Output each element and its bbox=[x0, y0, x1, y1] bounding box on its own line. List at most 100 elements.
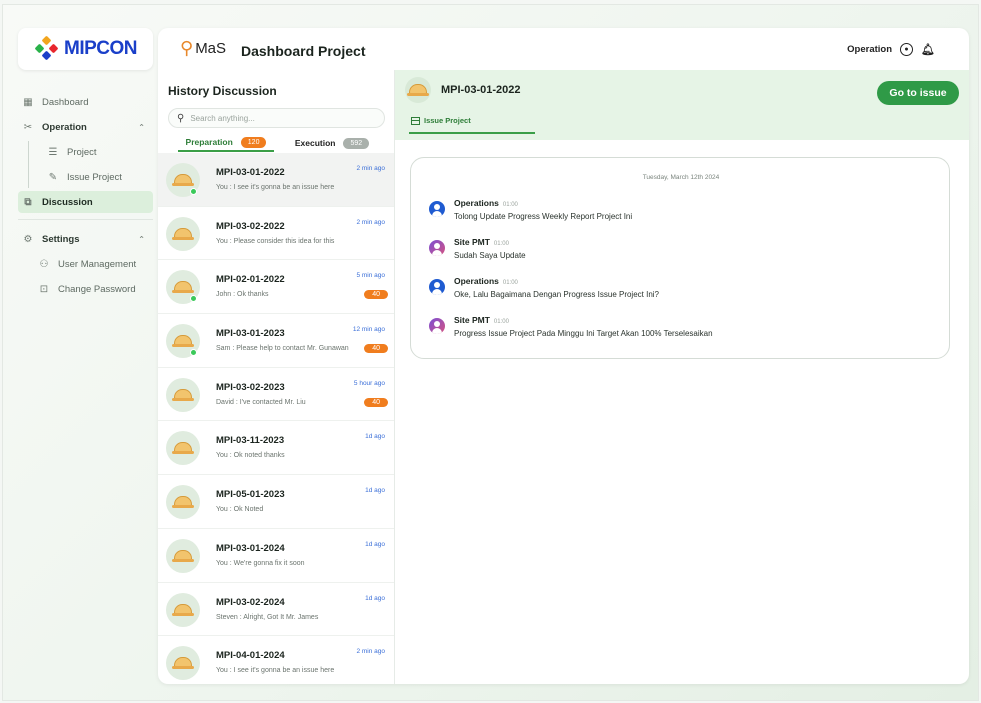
online-status-dot bbox=[190, 188, 197, 195]
sidebar-item-dashboard[interactable]: ▦ Dashboard bbox=[18, 91, 153, 113]
helmet-icon bbox=[407, 84, 429, 96]
helmet-icon bbox=[172, 496, 194, 509]
logo[interactable]: MIPCON bbox=[18, 28, 153, 70]
avatar[interactable] bbox=[429, 240, 445, 256]
helmet-icon bbox=[172, 603, 194, 616]
chevron-up-icon[interactable]: ⌃ bbox=[138, 123, 145, 132]
helmet-icon bbox=[172, 174, 194, 186]
item-preview: You : I see it's gonna be an issue here bbox=[216, 667, 335, 675]
sender-name: Site PMT 01:00 bbox=[454, 237, 509, 247]
item-preview: You : Ok noted thanks bbox=[216, 452, 285, 460]
item-title: MPI-03-01-2024 bbox=[216, 542, 285, 554]
item-preview: David : I've contacted Mr. Liu bbox=[216, 398, 306, 406]
date-separator: Tuesday, March 12th 2024 bbox=[642, 174, 720, 181]
tools-icon: ✂ bbox=[23, 121, 33, 133]
helmet-icon bbox=[172, 335, 194, 348]
tab-execution[interactable]: Execution 592 bbox=[286, 136, 378, 152]
sender-label: Operations bbox=[454, 198, 499, 208]
list-item[interactable]: MPI-03-02-2024 Steven : Alright, Got It M… bbox=[158, 583, 394, 637]
chat-header: MPI-03-01-2022 Go to issue Issue Project bbox=[395, 70, 969, 140]
gear-icon: ⚙ bbox=[23, 233, 33, 245]
list-item[interactable]: MPI-03-02-2022 You : Please consider this… bbox=[158, 207, 394, 261]
history-panel: History Discussion ⚲ Preparation 120 Exe… bbox=[158, 70, 395, 684]
sender-label: Site PMT bbox=[454, 237, 490, 247]
sender-name: Site PMT 01:00 bbox=[454, 315, 509, 325]
list-item[interactable]: MPI-03-02-2023 David : I've contacted Mr.… bbox=[158, 368, 394, 422]
app-mark-text: MaS bbox=[195, 40, 227, 57]
search-box[interactable]: ⚲ bbox=[168, 108, 385, 128]
avatar[interactable] bbox=[429, 201, 445, 217]
helmet-icon bbox=[172, 388, 194, 401]
item-title: MPI-04-01-2024 bbox=[216, 650, 285, 662]
chevron-up-icon[interactable]: ⌃ bbox=[138, 235, 145, 244]
sidebar-item-label: Settings bbox=[42, 233, 80, 245]
tab-label: Issue Project bbox=[424, 116, 471, 125]
sidebar-item-change-password[interactable]: ⊡ Change Password bbox=[34, 278, 153, 300]
item-preview: You : I see it's gonna be an issue here bbox=[216, 184, 335, 191]
sidebar-item-project[interactable]: ☰ Project bbox=[43, 141, 153, 163]
item-time: 1d ago bbox=[365, 433, 385, 441]
avatar bbox=[166, 485, 200, 520]
online-status-dot bbox=[190, 349, 197, 357]
sidebar-item-label: Dashboard bbox=[42, 96, 89, 108]
discussion-list: MPI-03-01-2022 You : I see it's gonna be … bbox=[158, 153, 394, 684]
item-preview: You : We're gonna fix it soon bbox=[216, 559, 305, 567]
avatar bbox=[166, 592, 200, 627]
item-preview: You : Please consider this idea for this bbox=[216, 237, 335, 245]
list-item[interactable]: MPI-03-01-2023 Sam : Please help to conta… bbox=[158, 314, 394, 368]
item-time: 5 hour ago bbox=[353, 379, 385, 387]
avatar[interactable] bbox=[429, 279, 445, 295]
search-input[interactable] bbox=[190, 113, 371, 123]
avatar bbox=[166, 216, 200, 251]
message-text: Sudah Saya Update bbox=[454, 251, 526, 260]
sidebar-item-user-management[interactable]: ⚇ User Management bbox=[34, 253, 153, 275]
sidebar-item-settings[interactable]: ⚙ Settings ⌃ bbox=[18, 228, 153, 250]
sidebar-item-discussion[interactable]: ⧉ Discussion bbox=[18, 191, 153, 213]
count-badge: 592 bbox=[343, 137, 370, 149]
item-time: 1d ago bbox=[365, 594, 385, 602]
sidebar-item-issue-project[interactable]: ✎ Issue Project bbox=[43, 166, 153, 188]
mas-logo-icon: ⚲ bbox=[180, 38, 194, 58]
sidebar-item-operation[interactable]: ✂ Operation ⌃ bbox=[18, 116, 153, 138]
user-label[interactable]: Operation bbox=[847, 44, 892, 55]
unread-badge: 40 bbox=[364, 290, 388, 300]
item-title: MPI-03-01-2022 bbox=[216, 167, 285, 178]
helmet-icon bbox=[172, 657, 194, 670]
sidebar-item-label: Issue Project bbox=[67, 171, 122, 183]
item-title: MPI-03-01-2023 bbox=[216, 328, 285, 340]
avatar[interactable] bbox=[429, 318, 445, 334]
sender-name: Operations 01:00 bbox=[454, 276, 518, 286]
message-text: Oke, Lalu Bagaimana Dengan Progress Issu… bbox=[454, 290, 660, 299]
user-icon[interactable]: ● bbox=[900, 43, 914, 56]
sidebar-divider bbox=[18, 219, 153, 220]
helmet-icon bbox=[172, 549, 194, 562]
sidebar-item-label: Project bbox=[67, 146, 97, 158]
item-preview: Sam : Please help to contact Mr. Gunawan bbox=[216, 345, 349, 353]
avatar bbox=[166, 377, 200, 412]
list-item[interactable]: MPI-03-11-2023 You : Ok noted thanks 1d ag… bbox=[158, 421, 394, 476]
lock-icon: ⊡ bbox=[39, 283, 49, 295]
go-to-issue-button[interactable]: Go to issue bbox=[877, 81, 959, 105]
helmet-icon bbox=[172, 227, 194, 240]
list-item[interactable]: MPI-02-01-2022 John : Ok thanks 5 min ago 4… bbox=[158, 260, 394, 315]
top-bar: ⚲ MaS Dashboard Project Operation ● 🔔︎ bbox=[158, 28, 969, 70]
helmet-icon bbox=[172, 281, 194, 294]
online-status-dot bbox=[190, 295, 197, 303]
sender-name: Operations 01:00 bbox=[454, 198, 518, 208]
list-item[interactable]: MPI-04-01-2024 You : I see it's gonna be … bbox=[158, 636, 394, 684]
bell-icon[interactable]: 🔔︎ bbox=[921, 43, 935, 56]
sidebar-item-label: User Management bbox=[58, 258, 137, 270]
item-preview: John : Ok thanks bbox=[216, 291, 269, 299]
list-item[interactable]: MPI-05-01-2023 You : Ok Noted 1d ago bbox=[158, 475, 394, 529]
list-item[interactable]: MPI-03-01-2022 You : I see it's gonna be … bbox=[158, 153, 394, 207]
user-area: Operation ● 🔔︎ bbox=[847, 43, 935, 56]
table-icon bbox=[411, 116, 420, 125]
tab-preparation[interactable]: Preparation 120 bbox=[178, 136, 274, 152]
message-text: Progress Issue Project Pada Minggu Ini T… bbox=[454, 329, 713, 338]
list-item[interactable]: MPI-03-01-2024 You : We're gonna fix it s… bbox=[158, 529, 394, 583]
item-time: 12 min ago bbox=[352, 326, 385, 334]
tab-issue-project[interactable]: Issue Project bbox=[411, 116, 471, 125]
item-title: MPI-03-02-2023 bbox=[216, 381, 285, 393]
message-time: 01:00 bbox=[502, 280, 518, 286]
count-badge: 120 bbox=[240, 136, 267, 148]
